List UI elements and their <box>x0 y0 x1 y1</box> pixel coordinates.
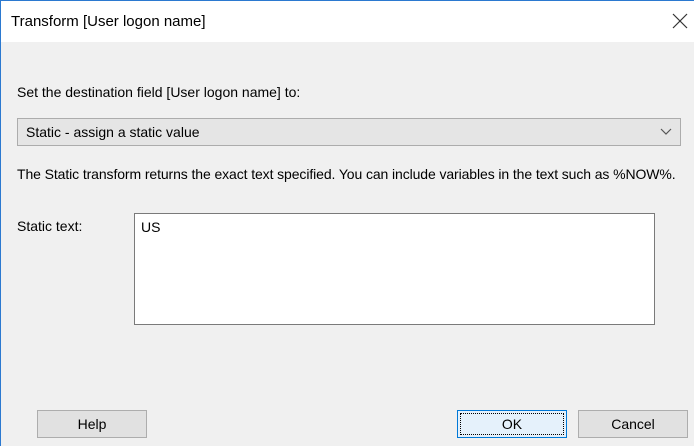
close-icon <box>672 13 688 29</box>
chevron-down-icon <box>660 128 672 135</box>
dialog-body: Set the destination field [User logon na… <box>1 42 694 446</box>
cancel-button[interactable]: Cancel <box>578 410 688 438</box>
close-button[interactable] <box>666 7 694 35</box>
cancel-button-label: Cancel <box>611 416 655 432</box>
transform-type-select[interactable]: Static - assign a static value <box>17 118 681 146</box>
destination-label: Set the destination field [User logon na… <box>17 84 301 100</box>
dialog-title: Transform [User logon name] <box>11 13 206 30</box>
static-text-label: Static text: <box>17 218 83 234</box>
transform-type-value: Static - assign a static value <box>26 124 200 140</box>
help-button-label: Help <box>77 416 107 432</box>
static-text-value: US <box>141 219 161 235</box>
transform-dialog: Transform [User logon name] Set the dest… <box>0 0 694 446</box>
ok-button[interactable]: OK <box>457 410 567 438</box>
ok-button-label: OK <box>501 416 523 432</box>
help-button[interactable]: Help <box>37 410 147 438</box>
transform-description: The Static transform returns the exact t… <box>17 166 676 182</box>
static-text-field[interactable]: US <box>134 213 655 325</box>
title-bar: Transform [User logon name] <box>1 1 694 42</box>
